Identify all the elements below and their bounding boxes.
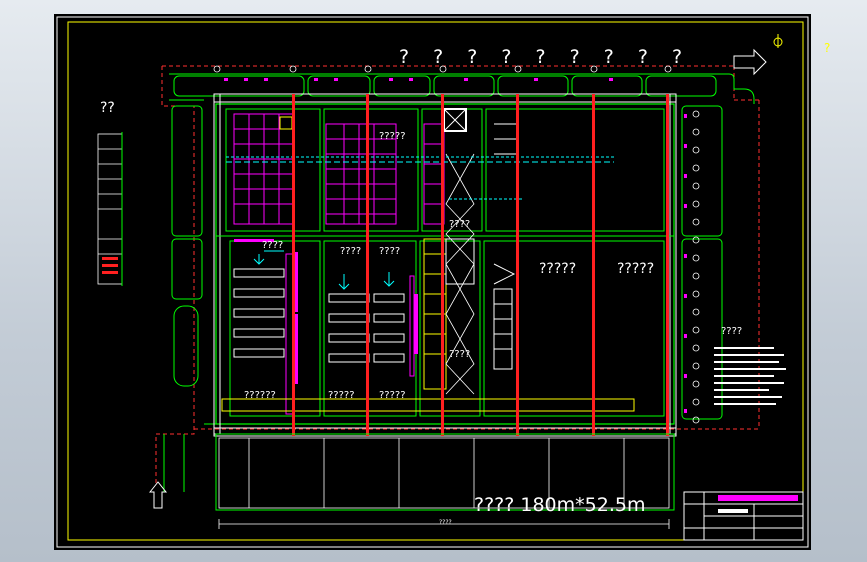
- zone-label-f: ????: [379, 246, 401, 257]
- north-arrow: [733, 34, 783, 76]
- north-mark-label: ?: [824, 41, 831, 55]
- building-dimension-label: ???? 180m*52.5m: [474, 494, 646, 516]
- side-label: ??: [100, 100, 115, 116]
- building-outline: [213, 93, 677, 437]
- zone-label-j: ?????: [379, 390, 406, 401]
- zone-label-g: ????: [449, 349, 471, 360]
- zone-label-i: ?????: [328, 390, 355, 401]
- zone-label-a: ?????: [379, 131, 406, 142]
- zone-label-c: ?????: [617, 261, 655, 277]
- legend-swatches: [102, 257, 118, 274]
- zone-label-h: ??????: [244, 390, 276, 401]
- right-side-label: ????: [721, 326, 743, 337]
- storage-racks: [233, 113, 445, 415]
- title-block: [683, 491, 804, 541]
- grid-bubbles-right: [692, 110, 700, 424]
- drawing-title: ? ? ? ? ? ? ? ? ?: [399, 46, 692, 68]
- zone-label-k: ????: [449, 219, 471, 230]
- notes-block: [714, 347, 786, 405]
- zone-label-d: ????: [262, 240, 284, 251]
- zone-label-e: ????: [340, 246, 362, 257]
- drawing-sheet: ? ? ? ? ? ? ? ? ? ? ?? ???? 180m*52.5m ?…: [54, 14, 830, 550]
- zone-label-b: ?????: [539, 261, 577, 277]
- legend-column: [97, 133, 123, 285]
- bottom-scale-label: ????: [439, 519, 452, 526]
- cad-drawing: [56, 16, 809, 548]
- room-boxes: [225, 108, 665, 417]
